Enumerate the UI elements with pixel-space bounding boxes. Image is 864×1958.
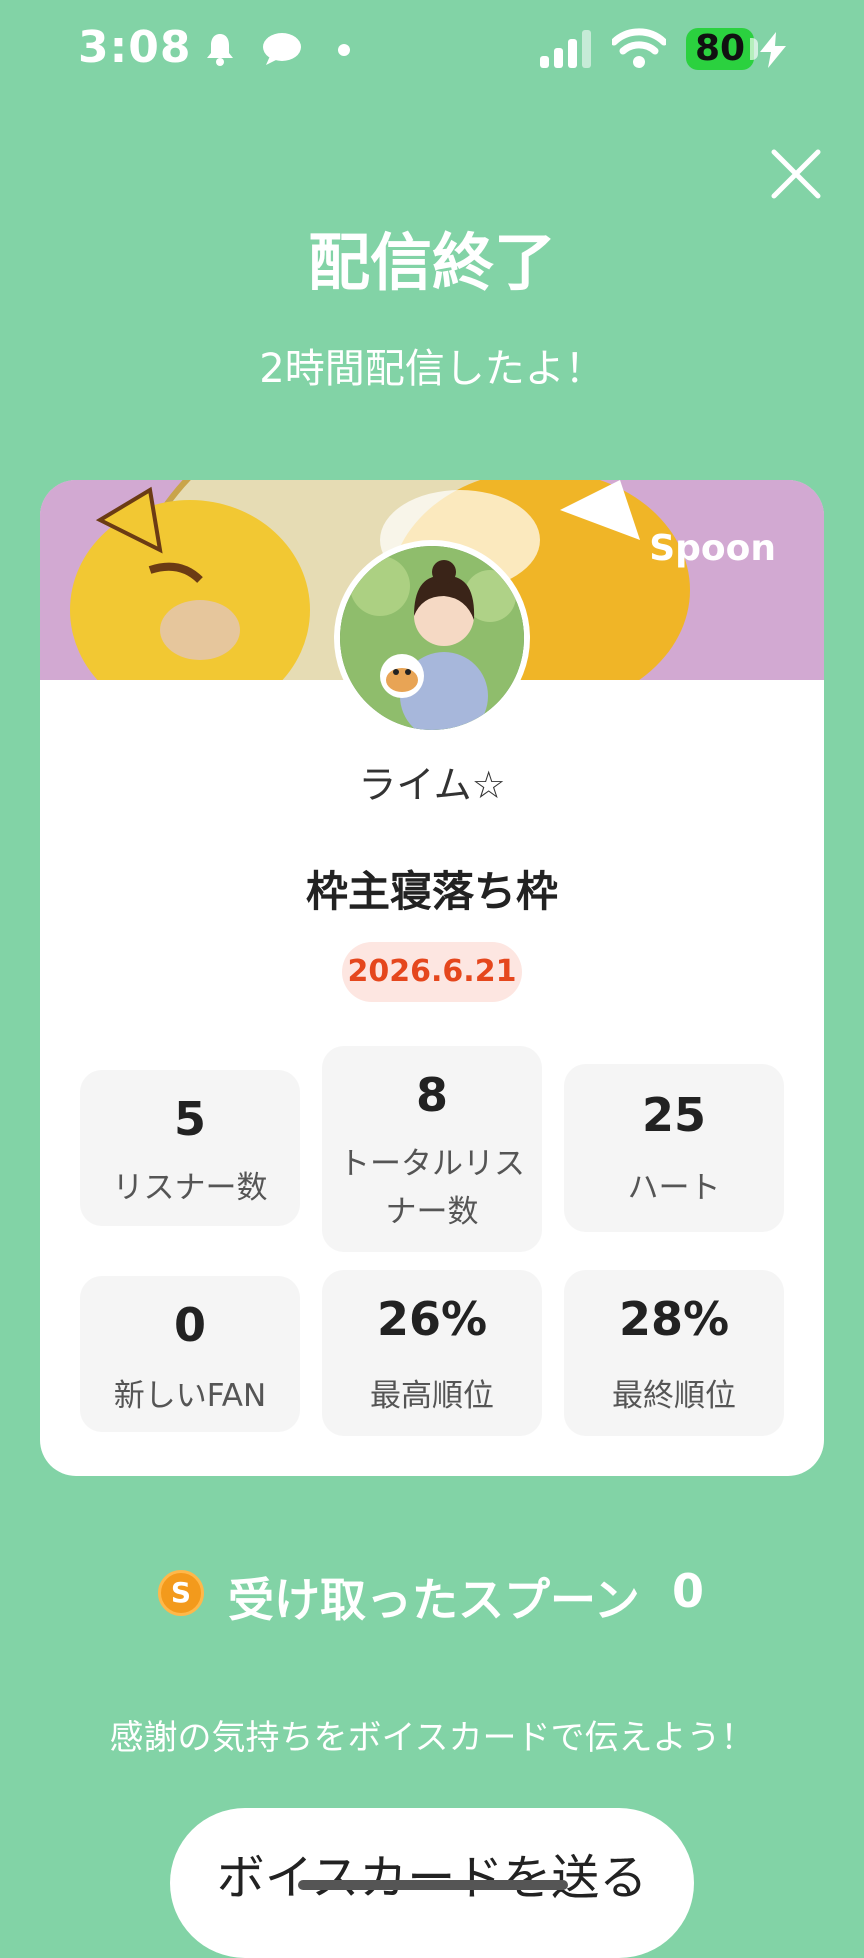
stat-hearts: 25 ハート	[564, 1064, 784, 1232]
stat-value: 26%	[376, 1292, 488, 1346]
stat-total-listeners: 8 トータルリスナー数	[322, 1046, 542, 1252]
page-title: 配信終了	[307, 226, 556, 299]
status-bar: 3:08 80	[0, 0, 864, 100]
broadcast-duration-text: 2時間配信したよ！	[259, 346, 605, 392]
streamer-name: ライム☆	[358, 763, 506, 807]
broadcast-summary-card: Spoon ライム☆ 枠主寝落ち枠 2026.6.21 5 リスナー数 8 トー…	[40, 480, 824, 1476]
stat-value: 0	[173, 1298, 206, 1352]
stat-listeners: 5 リスナー数	[80, 1070, 300, 1226]
stat-value: 28%	[618, 1292, 730, 1346]
send-voice-card-label: ボイスカードを送る	[216, 1850, 648, 1906]
spoon-brand-logo: Spoon	[649, 528, 776, 569]
spoons-received-label: 受け取ったスプーン	[228, 1573, 640, 1627]
voice-card-prompt: 感謝の気持ちをボイスカードで伝えよう！	[109, 1718, 755, 1758]
chat-bubble-icon	[263, 33, 301, 65]
dot-icon	[338, 44, 350, 56]
stat-label: 新しいFAN	[113, 1378, 267, 1414]
stat-label: ハート	[627, 1170, 721, 1206]
cellular-signal-icon	[540, 30, 591, 68]
status-time: 3:08	[78, 22, 192, 73]
spoons-received-count: 0	[672, 1564, 705, 1618]
stat-value: 8	[415, 1068, 448, 1122]
stat-label: 最終順位	[612, 1378, 736, 1414]
battery-level: 80	[694, 28, 746, 69]
notification-bell-icon	[207, 34, 233, 66]
spoon-coin-icon: S	[158, 1570, 204, 1616]
stat-final-rank: 28% 最終順位	[564, 1270, 784, 1436]
charging-bolt-icon	[760, 32, 786, 68]
avatar[interactable]	[334, 540, 530, 736]
close-icon[interactable]	[766, 144, 826, 204]
stat-label: トータルリスナー数	[339, 1146, 525, 1230]
stat-new-fans: 0 新しいFAN	[80, 1276, 300, 1432]
stat-label: 最高順位	[370, 1378, 494, 1414]
broadcast-date-badge: 2026.6.21	[342, 942, 522, 1002]
broadcast-title: 枠主寝落ち枠	[305, 867, 558, 916]
stat-value: 5	[173, 1092, 206, 1146]
stat-highest-rank: 26% 最高順位	[322, 1270, 542, 1436]
stat-value: 25	[641, 1088, 706, 1142]
home-indicator[interactable]	[298, 1880, 568, 1890]
stat-label: リスナー数	[112, 1170, 268, 1206]
wifi-icon	[612, 28, 666, 68]
